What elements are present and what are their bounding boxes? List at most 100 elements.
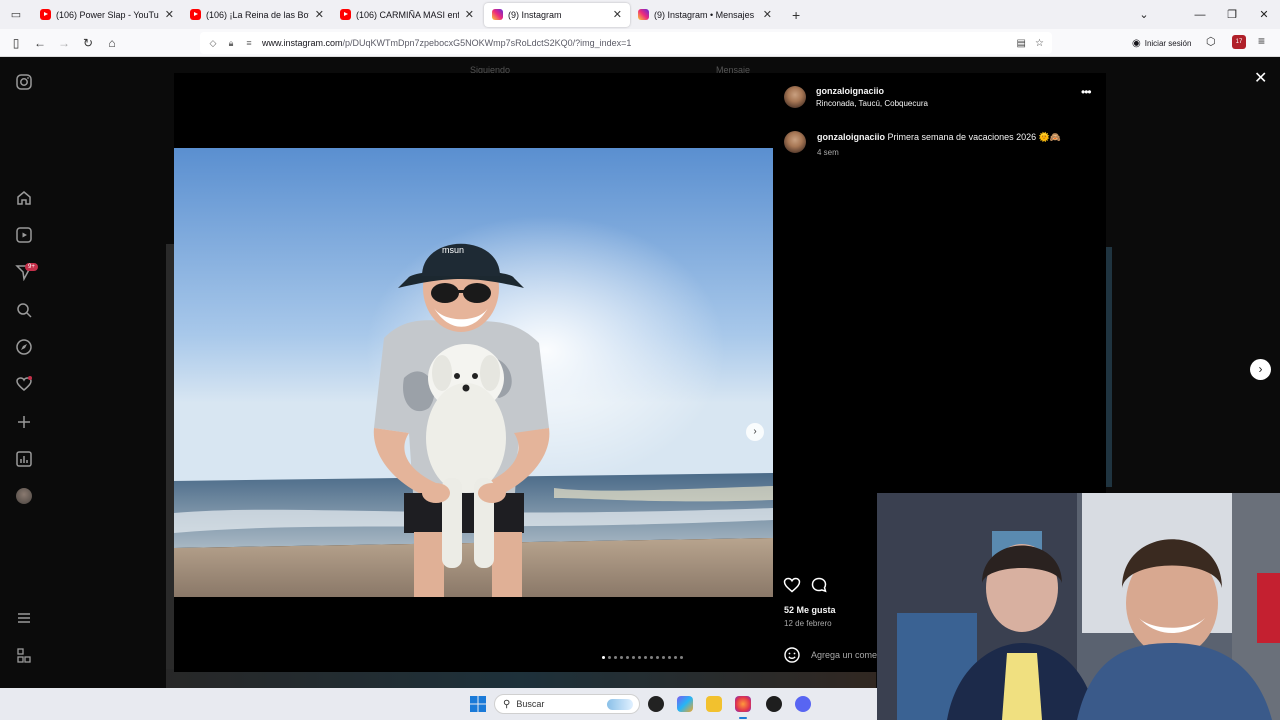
webcam-overlay — [877, 493, 1280, 720]
caption-text: Primera semana de vacaciones 2026 🌞🙈 — [887, 132, 1062, 142]
app-icon[interactable] — [766, 696, 782, 712]
notifications-heart-icon[interactable] — [15, 375, 33, 393]
app-icon[interactable] — [648, 696, 664, 712]
carousel-dot — [650, 656, 653, 659]
notification-badge: 9+ — [25, 263, 38, 271]
carousel-dot — [668, 656, 671, 659]
carousel-dot — [662, 656, 665, 659]
post-username[interactable]: gonzaloignaciio — [816, 86, 884, 96]
windows-taskbar: ⚲ Buscar — [0, 688, 877, 720]
carousel-dot — [656, 656, 659, 659]
windows-start-icon[interactable] — [470, 696, 486, 712]
reader-view-icon[interactable]: ▤ — [1017, 38, 1026, 49]
instagram-icon — [492, 9, 503, 20]
copilot-icon[interactable] — [677, 696, 693, 712]
carousel-dot — [626, 656, 629, 659]
url-bar[interactable]: ◇ 🔒︎ ≡ www.instagram.com/p/DUqKWTmDpn7zp… — [200, 32, 1052, 54]
carousel-dot — [632, 656, 635, 659]
bookmark-star-icon[interactable]: ☆ — [1035, 38, 1044, 49]
author-avatar[interactable] — [784, 86, 806, 108]
tab-0[interactable]: (106) Power Slap - YouTube ✕ — [32, 0, 182, 29]
post-photo[interactable]: msun — [174, 148, 773, 597]
close-tab-icon[interactable]: ✕ — [165, 8, 174, 21]
home-icon[interactable] — [15, 189, 33, 207]
new-tab-button[interactable]: + — [792, 7, 800, 23]
tab-1[interactable]: (106) ¡La Reina de las Bofetada ✕ — [182, 0, 332, 29]
carousel-dot — [674, 656, 677, 659]
close-tab-icon[interactable]: ✕ — [613, 8, 622, 21]
comment-icon[interactable] — [810, 576, 828, 594]
taskbar-search[interactable]: ⚲ Buscar — [494, 694, 640, 714]
taskbar-search-label: Buscar — [516, 699, 545, 709]
browser-tab-bar: ▭ (106) Power Slap - YouTube ✕ (106) ¡La… — [0, 0, 1280, 29]
sidebar-toggle-icon[interactable]: ▯ — [4, 36, 28, 50]
forward-button[interactable]: → — [52, 36, 76, 50]
tab-overflow-chevron-icon[interactable]: ⌄ — [1128, 8, 1160, 21]
instagram-logo-icon[interactable] — [15, 73, 33, 91]
post-media: msun — [174, 73, 773, 672]
carousel-dot — [608, 656, 611, 659]
youtube-icon — [190, 9, 201, 20]
url-domain: www.instagram.com — [262, 38, 343, 48]
dashboard-icon[interactable] — [15, 450, 33, 468]
permissions-icon[interactable]: ≡ — [240, 38, 258, 48]
account-icon: ◉ — [1132, 37, 1141, 49]
lock-icon[interactable]: 🔒︎ — [222, 38, 240, 49]
close-tab-icon[interactable]: ✕ — [315, 8, 324, 21]
tab-title: (106) ¡La Reina de las Bofetada — [206, 9, 309, 20]
extension-badge-icon[interactable]: 17 — [1232, 35, 1246, 49]
minimize-button[interactable]: — — [1184, 9, 1216, 21]
like-heart-icon[interactable] — [783, 576, 801, 594]
restore-button[interactable]: ❐ — [1216, 8, 1248, 21]
background-grid-edge — [166, 244, 174, 669]
tab-4[interactable]: (9) Instagram • Mensajes ✕ — [630, 0, 780, 29]
file-explorer-icon[interactable] — [706, 696, 722, 712]
tab-3[interactable]: (9) Instagram ✕ — [484, 2, 630, 27]
explore-icon[interactable] — [15, 338, 33, 356]
active-app-indicator — [739, 717, 747, 719]
discord-icon[interactable] — [795, 696, 811, 712]
shield-icon[interactable]: ◇ — [204, 38, 222, 49]
also-from-meta-icon[interactable] — [15, 647, 33, 665]
search-icon[interactable] — [15, 301, 33, 319]
extensions-icon[interactable]: ⬡ — [1206, 35, 1216, 48]
reels-icon[interactable] — [15, 226, 33, 244]
caption-avatar[interactable] — [784, 131, 806, 153]
create-plus-icon[interactable] — [15, 413, 33, 431]
more-options-icon[interactable]: ••• — [1081, 85, 1092, 99]
instagram-sidebar: 9+ — [0, 57, 48, 688]
tab-title: (106) Power Slap - YouTube — [56, 9, 159, 20]
likes-count[interactable]: 52 Me gusta — [784, 605, 836, 615]
url-text[interactable]: www.instagram.com/p/DUqKWTmDpn7zpebocxG5… — [262, 38, 631, 48]
menu-icon[interactable]: ≡ — [1258, 34, 1265, 48]
close-tab-icon[interactable]: ✕ — [465, 8, 474, 21]
carousel-dot — [638, 656, 641, 659]
add-comment-input[interactable]: Agrega un come — [811, 650, 877, 660]
next-post-button[interactable]: › — [1250, 359, 1271, 380]
home-button[interactable]: ⌂ — [100, 36, 124, 50]
more-menu-icon[interactable] — [15, 609, 33, 627]
back-button[interactable]: ← — [28, 36, 52, 50]
post-location[interactable]: Rinconada, Taucú, Cobquecura — [816, 99, 928, 108]
caption-username[interactable]: gonzaloignaciio — [817, 132, 885, 142]
login-button[interactable]: ◉ Iniciar sesión — [1132, 29, 1191, 57]
emoji-icon[interactable] — [783, 646, 801, 664]
post-date: 12 de febrero — [784, 619, 832, 628]
carousel-dot — [602, 656, 605, 659]
tab-2[interactable]: (106) CARMIÑA MASI enfrentó ✕ — [332, 0, 482, 29]
search-highlight-icon — [607, 699, 633, 710]
tab-list-icon[interactable]: ▭ — [0, 8, 32, 21]
carousel-dot — [614, 656, 617, 659]
url-path: /p/DUqKWTmDpn7zpebocxG5NOKWmp7sRoLdctS2K… — [342, 38, 632, 48]
close-post-icon[interactable]: ✕ — [1254, 68, 1267, 88]
reload-button[interactable]: ↻ — [76, 36, 100, 50]
caption-timestamp: 4 sem — [817, 148, 839, 157]
profile-avatar[interactable] — [16, 488, 32, 504]
carousel-next-button[interactable]: › — [746, 423, 764, 441]
close-tab-icon[interactable]: ✕ — [763, 8, 772, 21]
close-window-button[interactable]: ✕ — [1248, 8, 1280, 21]
carousel-dot — [644, 656, 647, 659]
carousel-dot — [620, 656, 623, 659]
background-grid-edge — [1106, 247, 1112, 487]
firefox-icon[interactable] — [735, 696, 751, 712]
